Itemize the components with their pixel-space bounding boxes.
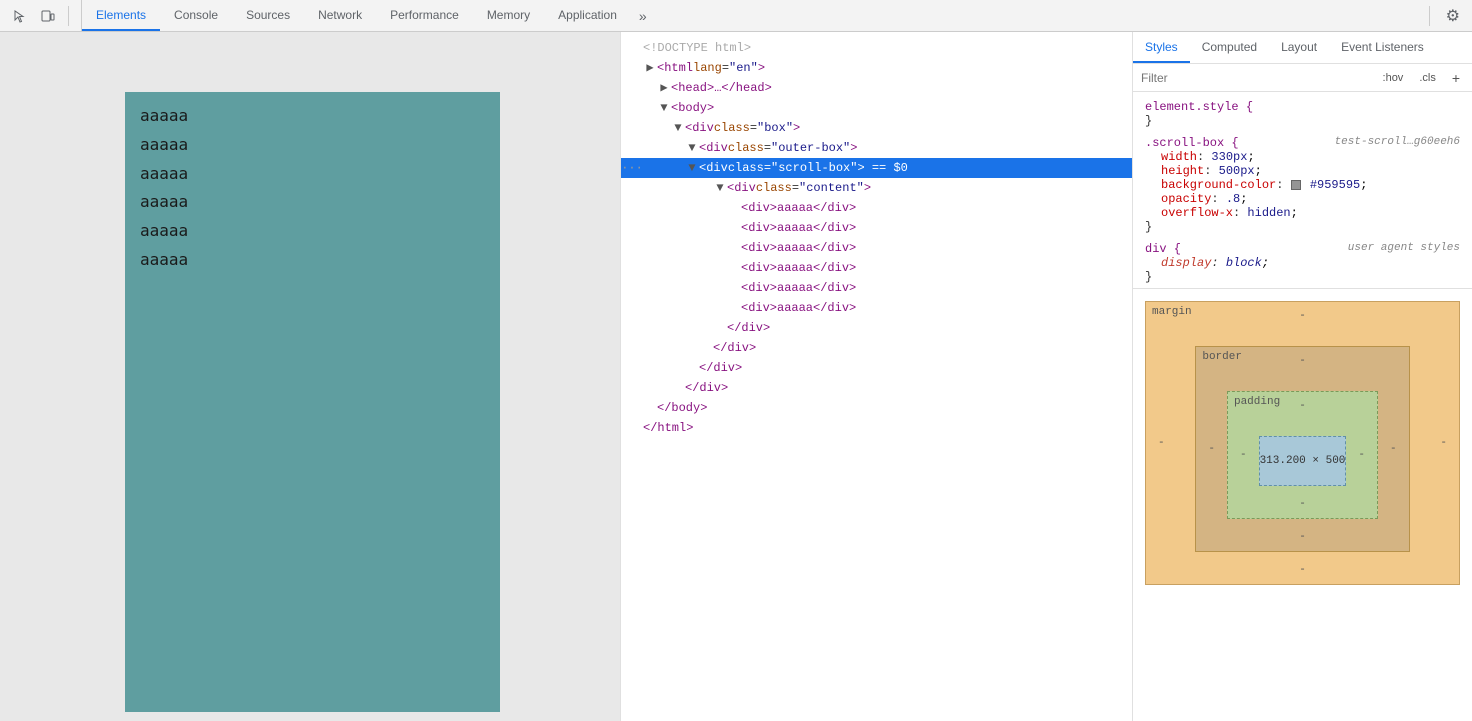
list-item: aaaaa (140, 246, 485, 275)
padding-bottom-val[interactable]: - (1236, 498, 1369, 510)
box-model-content: 313.200 × 500 (1259, 436, 1347, 486)
dom-line[interactable]: ··· ▶ <head>…</head> (621, 78, 1132, 98)
border-bottom-val[interactable]: - (1204, 531, 1400, 543)
dom-line[interactable]: ··· </body> (621, 398, 1132, 418)
dom-panel: ··· <!DOCTYPE html> ··· ▶ <html lang="en… (620, 32, 1132, 721)
list-item: aaaaa (140, 217, 485, 246)
box-model-outer: margin - - border - - padding - (1145, 301, 1460, 585)
tab-computed[interactable]: Computed (1190, 32, 1269, 63)
dots-btn[interactable]: ··· (621, 159, 643, 177)
dom-line[interactable]: ··· </div> (621, 378, 1132, 398)
dom-line[interactable]: ··· </div> (621, 338, 1132, 358)
box-model-container: margin - - border - - padding - (1133, 288, 1472, 597)
filter-input[interactable] (1141, 71, 1371, 85)
tab-sources[interactable]: Sources (232, 0, 304, 31)
border-left-val[interactable]: - (1204, 443, 1219, 455)
dom-line[interactable]: ··· <div>aaaaa</div> (621, 218, 1132, 238)
triangle-icon[interactable]: ▼ (685, 159, 699, 177)
dom-line[interactable]: ··· ▼ <div class="box" > (621, 118, 1132, 138)
margin-right-val[interactable]: - (1436, 437, 1451, 449)
dom-line[interactable]: ··· <div>aaaaa</div> (621, 238, 1132, 258)
padding-right-val[interactable]: - (1354, 449, 1369, 461)
margin-label: margin (1152, 306, 1192, 318)
css-rule: div { user agent styles display: block; … (1133, 238, 1472, 288)
devtools-toolbar: Elements Console Sources Network Perform… (0, 0, 1472, 32)
tab-network[interactable]: Network (304, 0, 376, 31)
dom-line[interactable]: ··· ▼ <div class="content" > (621, 178, 1132, 198)
styles-panel: Styles Computed Layout Event Listeners :… (1132, 32, 1472, 721)
dom-line[interactable]: ··· <div>aaaaa</div> (621, 278, 1132, 298)
dom-line[interactable]: ··· ▼ <body> (621, 98, 1132, 118)
main-area: aaaaa aaaaa aaaaa aaaaa aaaaa aaaaa ··· … (0, 32, 1472, 721)
content-size: 313.200 × 500 (1260, 455, 1346, 467)
triangle-icon[interactable]: ▼ (713, 179, 727, 197)
box-model-border: border - - padding - - (1195, 346, 1409, 552)
tab-overflow-btn[interactable]: » (631, 0, 655, 31)
tab-event-listeners[interactable]: Event Listeners (1329, 32, 1436, 63)
list-item: aaaaa (140, 102, 485, 131)
triangle-icon[interactable]: ▶ (643, 59, 657, 77)
margin-bottom-val[interactable]: - (1154, 564, 1451, 576)
toolbar-separator (68, 6, 69, 26)
dom-line-selected[interactable]: ··· ▼ <div class="scroll-box" > == $0 (621, 158, 1132, 178)
dom-line[interactable]: ··· ▼ <div class="outer-box" > (621, 138, 1132, 158)
margin-left-val[interactable]: - (1154, 437, 1169, 449)
tab-layout[interactable]: Layout (1269, 32, 1329, 63)
box-model-padding: padding - - 313.200 × 500 - (1227, 391, 1378, 519)
tab-performance[interactable]: Performance (376, 0, 473, 31)
styles-content: element.style { } .scroll-box { test-scr… (1133, 92, 1472, 721)
list-item: aaaaa (140, 131, 485, 160)
tab-styles[interactable]: Styles (1133, 32, 1190, 63)
dom-line[interactable]: ··· </html> (621, 418, 1132, 438)
padding-label: padding (1234, 396, 1280, 408)
tab-elements[interactable]: Elements (82, 0, 160, 31)
scroll-box-preview: aaaaa aaaaa aaaaa aaaaa aaaaa aaaaa (125, 92, 500, 712)
triangle-icon[interactable]: ▼ (657, 99, 671, 117)
dom-line[interactable]: ··· </div> (621, 318, 1132, 338)
triangle-icon[interactable]: ▶ (657, 79, 671, 97)
styles-tab-bar: Styles Computed Layout Event Listeners (1133, 32, 1472, 64)
toolbar-separator-2 (1429, 6, 1430, 26)
dom-line[interactable]: ··· <div>aaaaa</div> (621, 298, 1132, 318)
triangle-icon[interactable]: ▼ (671, 119, 685, 137)
pseudo-btn[interactable]: :hov (1379, 70, 1408, 86)
triangle-icon[interactable]: ▼ (685, 139, 699, 157)
device-icon[interactable] (36, 4, 60, 28)
padding-left-val[interactable]: - (1236, 449, 1251, 461)
border-label: border (1202, 351, 1242, 363)
list-item: aaaaa (140, 188, 485, 217)
tab-application[interactable]: Application (544, 0, 631, 31)
styles-filter-bar: :hov .cls + (1133, 64, 1472, 92)
list-item: aaaaa (140, 160, 485, 189)
dom-line[interactable]: ··· <!DOCTYPE html> (621, 38, 1132, 58)
dom-line[interactable]: ··· </div> (621, 358, 1132, 378)
dom-line[interactable]: ··· <div>aaaaa</div> (621, 258, 1132, 278)
tab-console[interactable]: Console (160, 0, 232, 31)
tab-bar: Elements Console Sources Network Perform… (82, 0, 1425, 31)
border-right-val[interactable]: - (1386, 443, 1401, 455)
css-rule: element.style { } (1133, 96, 1472, 132)
css-rule: .scroll-box { test-scroll…g60eeh6 width:… (1133, 132, 1472, 238)
toolbar-icon-group (0, 0, 82, 31)
color-swatch[interactable] (1291, 180, 1301, 190)
preview-pane: aaaaa aaaaa aaaaa aaaaa aaaaa aaaaa (0, 32, 620, 721)
settings-btn[interactable]: ⚙ (1434, 6, 1472, 26)
margin-top-val[interactable]: - (1154, 310, 1451, 322)
add-style-btn[interactable]: + (1448, 70, 1464, 86)
cursor-icon[interactable] (8, 4, 32, 28)
dom-line[interactable]: ··· <div>aaaaa</div> (621, 198, 1132, 218)
dom-line[interactable]: ··· ▶ <html lang="en" > (621, 58, 1132, 78)
tab-memory[interactable]: Memory (473, 0, 544, 31)
cls-btn[interactable]: .cls (1415, 70, 1440, 86)
